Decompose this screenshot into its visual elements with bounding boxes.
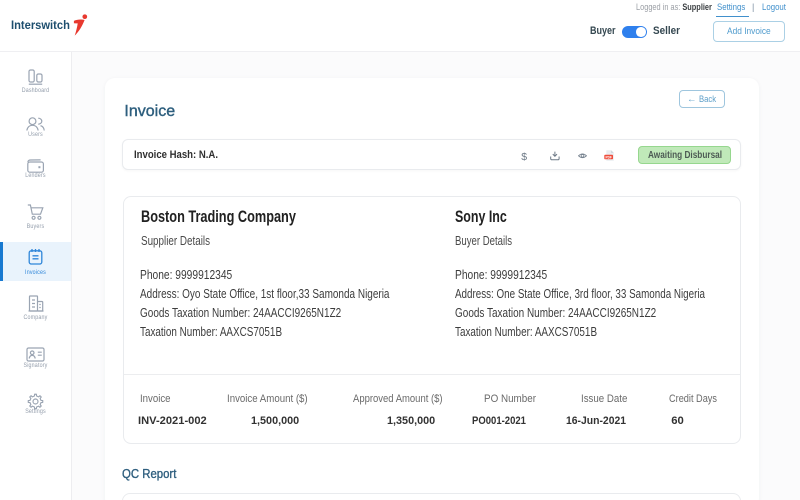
svg-text:PDF: PDF <box>605 155 611 159</box>
